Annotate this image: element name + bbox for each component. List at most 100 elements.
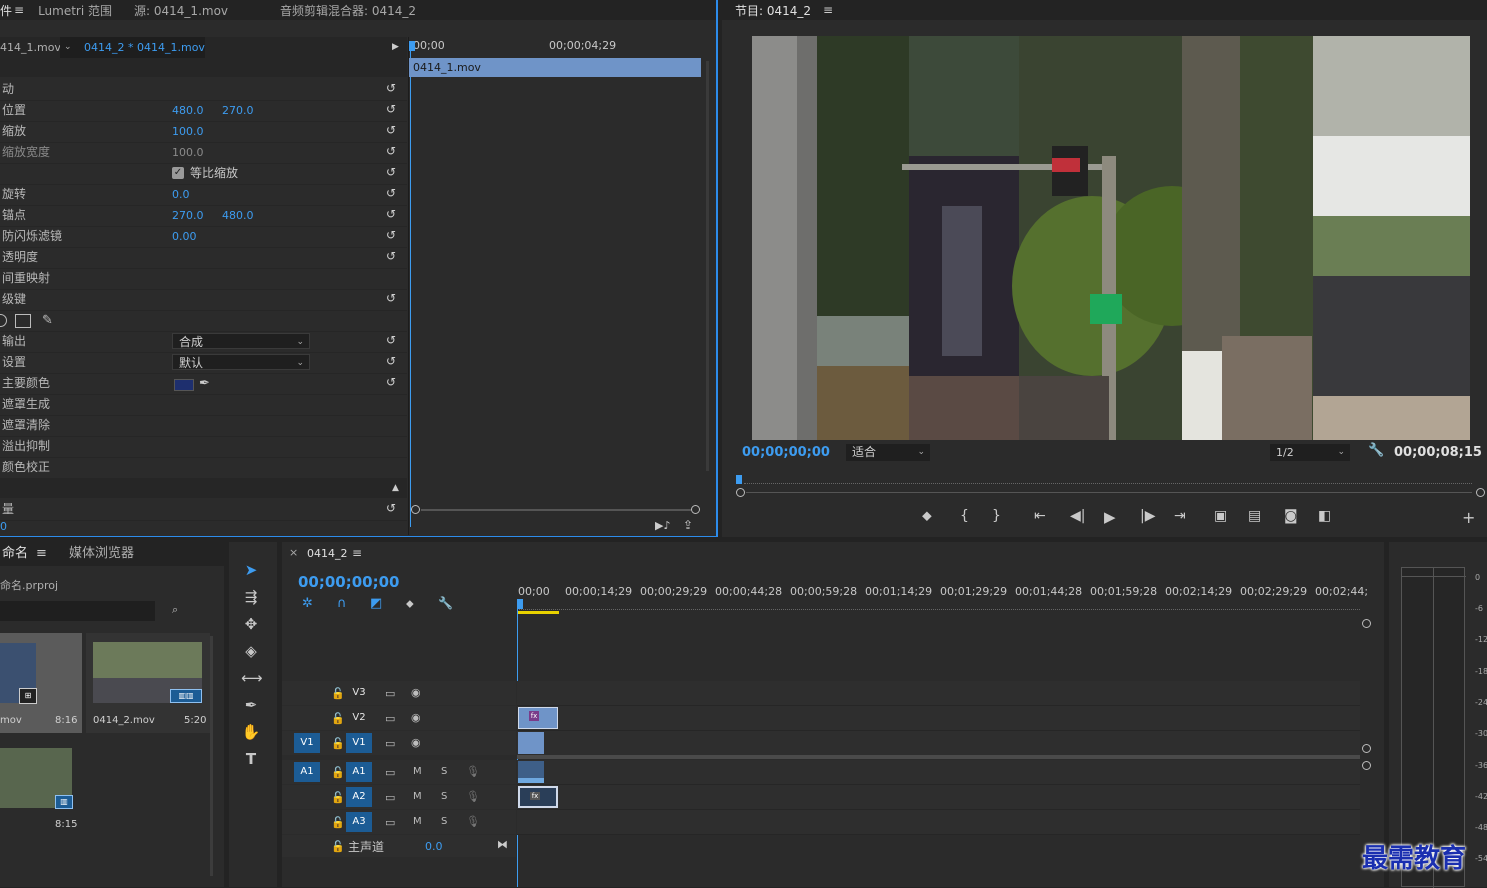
source-patch-a1[interactable]: A1 xyxy=(294,762,320,782)
track-v2[interactable] xyxy=(517,706,1360,731)
expand-arrow-icon[interactable]: ▶ xyxy=(392,37,399,58)
eye-icon[interactable]: ◉ xyxy=(411,686,421,699)
mark-out-icon[interactable]: } xyxy=(992,508,1001,524)
razor-tool-icon[interactable]: ◈ xyxy=(241,641,261,661)
tab-source[interactable]: 源: 0414_1.mov xyxy=(134,2,270,19)
reset-icon[interactable]: ↺ xyxy=(386,334,398,346)
reset-icon[interactable]: ↺ xyxy=(386,145,398,157)
rectangle-mask-icon[interactable] xyxy=(15,314,31,328)
track-label-a1[interactable]: A1 xyxy=(346,762,372,782)
fit-dropdown[interactable]: 适合 ⌄ xyxy=(846,444,930,461)
project-item-2[interactable]: ▥▥ 0414_2.mov 5:20 xyxy=(86,633,210,733)
solo-button[interactable]: S xyxy=(441,766,447,777)
solo-button[interactable]: S xyxy=(441,816,447,827)
track-label-v2[interactable]: V2 xyxy=(346,708,372,728)
compare-view-icon[interactable]: ◧ xyxy=(1318,508,1331,524)
zoom-handle[interactable] xyxy=(1362,761,1371,770)
panel-menu-icon[interactable]: ≡ xyxy=(352,546,362,560)
clip-v1[interactable] xyxy=(518,732,544,754)
export-icon[interactable]: ⇪ xyxy=(683,518,693,532)
lift-icon[interactable]: ▣ xyxy=(1214,508,1227,524)
reset-icon[interactable]: ↺ xyxy=(386,187,398,199)
mark-in-icon[interactable]: { xyxy=(960,508,969,524)
project-item-3[interactable]: ▥ 8:15 xyxy=(0,747,82,847)
track-a2[interactable] xyxy=(517,785,1360,810)
tab-audio-mixer[interactable]: 音频剪辑混合器: 0414_2 xyxy=(270,2,426,19)
microphone-icon[interactable]: 🎙 xyxy=(466,765,480,778)
anchor-x-value[interactable]: 270.0 xyxy=(172,205,204,226)
reset-icon[interactable]: ↺ xyxy=(386,82,398,94)
master-volume-value[interactable]: 0.0 xyxy=(425,840,443,853)
program-timecode[interactable]: 00;00;00;00 xyxy=(742,445,830,460)
solo-button[interactable]: S xyxy=(441,791,447,802)
sync-lock-icon[interactable]: ▭ xyxy=(385,816,395,829)
hand-tool-icon[interactable]: ✋ xyxy=(241,722,261,742)
track-label-a3[interactable]: A3 xyxy=(346,812,372,832)
project-search-input[interactable] xyxy=(0,601,155,621)
lock-icon[interactable]: 🔓 xyxy=(331,687,345,700)
reset-icon[interactable]: ↺ xyxy=(386,166,398,178)
lock-icon[interactable]: 🔓 xyxy=(331,791,345,804)
ec-clip-bar[interactable]: 0414_1.mov xyxy=(409,58,701,77)
reset-icon[interactable]: ↺ xyxy=(386,376,398,388)
microphone-icon[interactable]: 🎙 xyxy=(466,815,480,828)
add-marker-icon[interactable]: ⬥ xyxy=(922,508,932,524)
lock-icon[interactable]: 🔓 xyxy=(331,712,345,725)
video-audio-divider[interactable] xyxy=(517,755,1360,759)
sync-lock-icon[interactable]: ▭ xyxy=(385,766,395,779)
eye-icon[interactable]: ◉ xyxy=(411,736,421,749)
anchor-y-value[interactable]: 480.0 xyxy=(222,205,254,226)
track-label-a2[interactable]: A2 xyxy=(346,787,372,807)
ec-zoom-scrollbar[interactable] xyxy=(409,505,700,515)
eye-icon[interactable]: ◉ xyxy=(411,711,421,724)
reset-icon[interactable]: ↺ xyxy=(386,229,398,241)
filter-audio-icon[interactable]: ▶♪ xyxy=(655,519,670,532)
camera-icon[interactable]: ◙ xyxy=(1284,508,1298,524)
program-scrubber[interactable] xyxy=(736,475,1485,497)
clip-target-selector[interactable]: ⌄ 0414_2 * 0414_1.mov xyxy=(60,37,205,58)
go-to-end-icon[interactable]: ⧓ xyxy=(497,838,508,851)
reset-icon[interactable]: ↺ xyxy=(386,208,398,220)
work-area-bar[interactable] xyxy=(517,611,559,614)
track-label-v1[interactable]: V1 xyxy=(346,733,372,753)
project-scrollbar[interactable] xyxy=(210,636,213,876)
tab-media-browser[interactable]: 媒体浏览器 xyxy=(69,542,134,566)
uniform-scale-checkbox[interactable]: ✓ xyxy=(172,167,184,179)
type-tool-icon[interactable]: T xyxy=(241,749,261,769)
lock-icon[interactable]: 🔓 xyxy=(331,840,345,853)
track-v3[interactable] xyxy=(517,681,1360,706)
pen-mask-icon[interactable]: ✎ xyxy=(42,310,53,331)
zoom-handle[interactable] xyxy=(1362,619,1371,628)
ec-vertical-scrollbar[interactable] xyxy=(706,61,709,471)
go-to-out-icon[interactable]: ⇥ xyxy=(1174,508,1186,524)
sync-lock-icon[interactable]: ▭ xyxy=(385,737,395,750)
lock-icon[interactable]: 🔓 xyxy=(331,816,345,829)
sync-lock-icon[interactable]: ▭ xyxy=(385,791,395,804)
play-icon[interactable]: ▶ xyxy=(1104,508,1116,526)
setting-dropdown[interactable]: 默认 ⌄ xyxy=(172,354,310,370)
clip-a1[interactable] xyxy=(518,761,544,783)
track-v1[interactable] xyxy=(517,731,1360,755)
step-back-icon[interactable]: ◀| xyxy=(1070,508,1085,524)
tab-project[interactable]: 命名 xyxy=(2,542,28,566)
clip-v2[interactable]: fx xyxy=(518,707,558,729)
nest-icon[interactable]: ✲ xyxy=(302,596,313,611)
reset-icon[interactable]: ↺ xyxy=(386,355,398,367)
panel-menu-icon[interactable]: ≡ xyxy=(14,3,24,17)
close-icon[interactable]: × xyxy=(289,546,298,559)
linked-selection-icon[interactable]: ◩ xyxy=(370,596,382,611)
panel-menu-icon[interactable]: ≡ xyxy=(823,3,833,17)
program-title[interactable]: 节目: 0414_2 xyxy=(722,2,815,19)
output-dropdown[interactable]: 合成 ⌄ xyxy=(172,333,310,349)
reset-icon[interactable]: ↺ xyxy=(386,502,398,514)
key-color-swatch[interactable] xyxy=(174,379,194,391)
zoom-handle[interactable] xyxy=(1362,744,1371,753)
reset-icon[interactable]: ↺ xyxy=(386,250,398,262)
wrench-icon[interactable]: 🔧 xyxy=(1368,443,1384,458)
add-marker-icon[interactable]: ⬥ xyxy=(406,597,414,611)
lock-icon[interactable]: 🔓 xyxy=(331,737,345,750)
mute-button[interactable]: M xyxy=(413,766,422,777)
snap-icon[interactable]: ∩ xyxy=(337,596,347,611)
antiflicker-value[interactable]: 0.00 xyxy=(172,226,197,247)
project-item-1[interactable]: ⊞ mov 8:16 xyxy=(0,633,82,733)
